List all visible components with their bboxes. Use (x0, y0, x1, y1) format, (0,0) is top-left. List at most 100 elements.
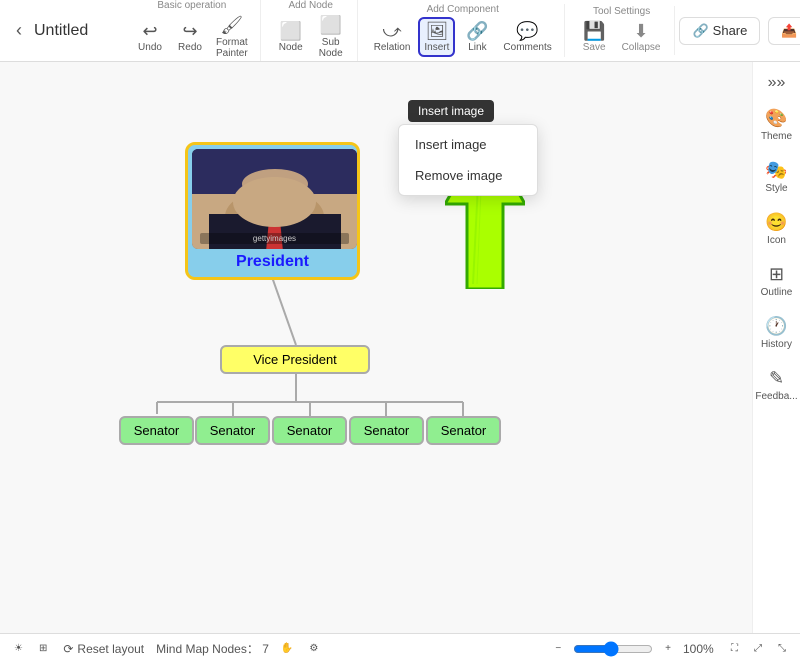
right-sidebar: »» 🎨 Theme 🎭 Style 😊 Icon ⊞ Outline 🕐 Hi… (752, 62, 800, 633)
grid-button[interactable]: ⊞ (35, 641, 51, 656)
sidebar-item-history[interactable]: 🕐 History (755, 310, 799, 356)
sidebar-collapse-button[interactable]: »» (764, 70, 790, 96)
collapse-label: Collapse (622, 42, 661, 53)
share-label: Share (713, 23, 748, 38)
share-icon: 🔗 (692, 23, 708, 39)
expand-icon: ⤡ (778, 643, 786, 654)
outline-icon: ⊞ (769, 264, 784, 285)
drag-button[interactable]: ✋ (277, 641, 297, 656)
redo-icon: ↪ (182, 21, 197, 43)
export-button[interactable]: 📤 Export (768, 17, 800, 45)
collapse-icon: ⬇ (633, 21, 648, 42)
senator-node-2[interactable]: Senator (195, 416, 270, 445)
toolbar-right: 🔗 Share 📤 Export (679, 17, 800, 45)
insert-image-tooltip-text: Insert image (418, 104, 484, 118)
toolbar: ‹ Untitled Basic operation ↩ Undo ↪ Redo… (0, 0, 800, 62)
zoom-in-icon: + (665, 643, 671, 654)
feedback-label: Feedba... (755, 391, 797, 402)
insert-label: Insert (424, 42, 449, 53)
fit-button[interactable]: ⛶ (727, 641, 742, 656)
senator-1-label: Senator (134, 423, 180, 438)
connector-lines (0, 62, 752, 633)
sub-node-button[interactable]: ⬜ Sub Node (313, 13, 349, 61)
comments-icon: 💬 (516, 21, 538, 43)
sidebar-item-icon[interactable]: 😊 Icon (755, 206, 799, 252)
feedback-icon: ✎ (769, 368, 784, 389)
fullscreen-button[interactable]: ⤢ (750, 641, 766, 656)
redo-button[interactable]: ↪ Redo (172, 19, 208, 56)
zoom-slider[interactable] (573, 641, 653, 657)
comments-label: Comments (503, 42, 551, 53)
zoom-out-button[interactable]: − (551, 641, 565, 656)
remove-image-item[interactable]: Remove image (399, 160, 537, 191)
theme-icon: 🎨 (765, 108, 787, 129)
president-label: President (192, 249, 353, 273)
zoom-out-icon: − (555, 643, 561, 654)
sidebar-item-style[interactable]: 🎭 Style (755, 154, 799, 200)
sub-node-label: Sub Node (317, 37, 345, 59)
relation-icon: ⤻ (382, 21, 401, 43)
relation-button[interactable]: ⤻ Relation (370, 19, 415, 56)
tool-settings-label: Tool Settings (593, 6, 650, 17)
add-component-label: Add Component (427, 4, 499, 15)
status-bar-right: − + 100% ⛶ ⤢ ⤡ (551, 641, 790, 657)
save-icon: 💾 (583, 21, 605, 42)
sidebar-item-feedback[interactable]: ✎ Feedba... (755, 362, 799, 408)
icon-icon: 😊 (765, 212, 787, 233)
sidebar-item-theme[interactable]: 🎨 Theme (755, 102, 799, 148)
sun-icon: ☀ (14, 643, 23, 654)
add-component-group: Add Component ⤻ Relation 🖼 Insert 🔗 Link… (362, 4, 565, 58)
node-label: Node (279, 42, 303, 53)
add-component-items: ⤻ Relation 🖼 Insert 🔗 Link 💬 Comments (370, 17, 556, 58)
undo-button[interactable]: ↩ Undo (132, 19, 168, 56)
save-label: Save (583, 42, 606, 53)
history-icon: 🕐 (765, 316, 787, 337)
format-painter-label: Format Painter (216, 37, 248, 59)
grid-icon: ⊞ (39, 643, 47, 654)
sidebar-item-outline[interactable]: ⊞ Outline (755, 258, 799, 304)
save-button[interactable]: 💾 Save (577, 19, 612, 55)
settings-button[interactable]: ⚙ (305, 641, 322, 656)
expand-button[interactable]: ⤡ (774, 641, 790, 656)
history-label: History (761, 339, 792, 350)
undo-label: Undo (138, 42, 162, 53)
canvas[interactable]: gettyimages President Vice President Sen… (0, 62, 752, 633)
comments-button[interactable]: 💬 Comments (499, 19, 555, 56)
vice-president-label: Vice President (253, 352, 337, 367)
remove-image-label: Remove image (415, 168, 502, 183)
redo-label: Redo (178, 42, 202, 53)
format-painter-icon: 🖌 (220, 15, 243, 37)
president-node[interactable]: gettyimages President (185, 142, 360, 280)
node-icon: ⬜ (279, 21, 301, 43)
undo-icon: ↩ (142, 21, 157, 43)
fullscreen-icon: ⤢ (754, 643, 762, 654)
senator-4-label: Senator (364, 423, 410, 438)
insert-button[interactable]: 🖼 Insert (418, 17, 455, 58)
insert-image-item[interactable]: Insert image (399, 129, 537, 160)
settings-icon: ⚙ (309, 643, 318, 654)
drag-icon: ✋ (281, 643, 293, 654)
reset-layout-icon: ⟳ (63, 642, 73, 656)
status-bar: ☀ ⊞ ⟳ Reset layout Mind Map Nodes： 7 ✋ ⚙… (0, 633, 800, 663)
vice-president-node[interactable]: Vice President (220, 345, 370, 374)
fit-icon: ⛶ (731, 643, 738, 654)
export-icon: 📤 (781, 23, 797, 39)
senator-node-5[interactable]: Senator (426, 416, 501, 445)
insert-dropdown-menu: Insert image Remove image (398, 124, 538, 196)
sun-button[interactable]: ☀ (10, 641, 27, 656)
senator-node-4[interactable]: Senator (349, 416, 424, 445)
zoom-in-button[interactable]: + (661, 641, 675, 656)
link-icon: 🔗 (466, 21, 488, 43)
main-area: gettyimages President Vice President Sen… (0, 62, 800, 633)
reset-layout-button[interactable]: ⟳ Reset layout (59, 640, 148, 658)
collapse-button[interactable]: ⬇ Collapse (616, 19, 667, 55)
back-button[interactable]: ‹ (8, 16, 30, 45)
format-painter-button[interactable]: 🖌 Format Painter (212, 13, 252, 61)
senator-node-3[interactable]: Senator (272, 416, 347, 445)
relation-label: Relation (374, 42, 411, 53)
node-button[interactable]: ⬜ Node (273, 19, 309, 56)
share-button[interactable]: 🔗 Share (679, 17, 760, 45)
link-button[interactable]: 🔗 Link (459, 19, 495, 56)
senator-node-1[interactable]: Senator (119, 416, 194, 445)
add-node-group: Add Node ⬜ Node ⬜ Sub Node (265, 0, 358, 61)
